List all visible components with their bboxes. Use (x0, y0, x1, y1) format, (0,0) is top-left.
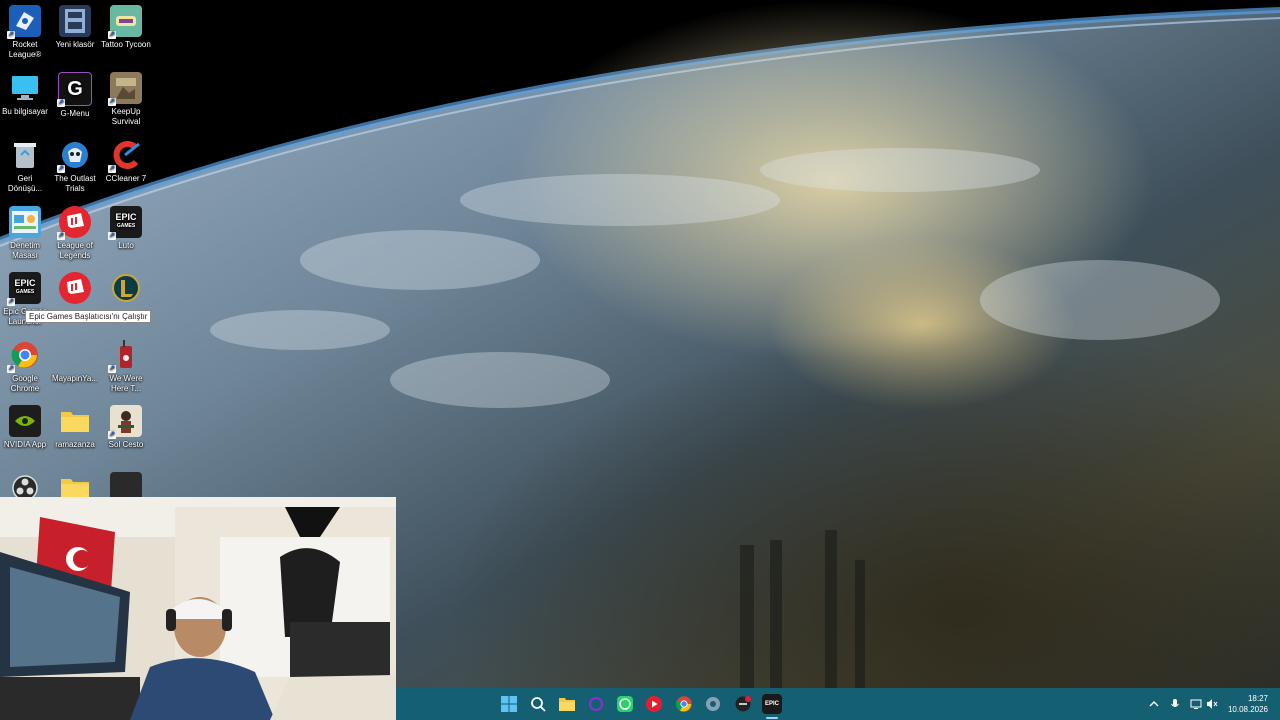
desktop-icon-mayapinya[interactable]: MayapinYa... (50, 339, 100, 384)
desktop-icon-label: NVIDIA App (3, 440, 47, 449)
desktop-icon-label: Bu bilgisayar (2, 107, 48, 116)
icon-tooltip: Epic Games Başlatıcısı'nı Çalıştır (25, 310, 152, 323)
nvidia-icon (9, 405, 41, 437)
app-ring-icon[interactable] (586, 694, 606, 714)
desktop-icon-luto[interactable]: EPIC GAMES ↗ Luto (101, 206, 151, 251)
file-explorer-icon[interactable] (557, 694, 577, 714)
desktop-icon-rocket-league[interactable]: ↗ Rocket League® (0, 5, 50, 60)
desktop-icon-we-were-here[interactable]: ↗ We Were Here T... (101, 339, 151, 394)
desktop-icon-label: We Were Here T... (109, 374, 143, 393)
epic-logo-text: EPIC (115, 212, 137, 222)
g-menu-letter: G (67, 78, 83, 100)
desktop-icon-keepup-survival[interactable]: ↗ KeepUp Survival (101, 72, 151, 127)
desktop-icon-label: Yeni klasör (55, 40, 95, 49)
speaker-muted-icon[interactable] (1206, 698, 1218, 710)
app-notify-icon[interactable] (733, 694, 753, 714)
taskbar: EPIC 18:27 10.08.2026 (396, 688, 1280, 720)
settings-icon[interactable] (703, 694, 723, 714)
desktop-icon-label: The Outlast Trials (54, 174, 96, 193)
recycle-bin-icon (9, 139, 41, 171)
microphone-icon[interactable] (1169, 698, 1181, 710)
desktop-icon-geri-donusum[interactable]: Geri Dönüşü... (0, 139, 50, 194)
desktop-icon-ccleaner[interactable]: ↗ CCleaner 7 (101, 139, 151, 184)
epic-games-icon[interactable]: EPIC (762, 694, 782, 714)
desktop-icon-label: Sol Cesto (108, 440, 144, 449)
desktop-icon-label: ramazanza (55, 440, 95, 449)
desktop-icon-label: League of Legends (57, 241, 93, 260)
desktop-icon-sol-cesto[interactable]: ↗ Sol Cesto (101, 405, 151, 450)
search-icon[interactable] (528, 694, 548, 714)
desktop-icon-yeni-klasor[interactable]: Yeni klasör (50, 5, 100, 50)
display-icon[interactable] (1190, 698, 1202, 710)
desktop-icon-denetim-masasi[interactable]: Denetim Masası (0, 206, 50, 261)
rocket-league-icon: ↗ (7, 5, 41, 39)
outlast-trials-icon: ↗ (57, 139, 91, 173)
desktop-icon-label: Geri Dönüşü... (7, 174, 43, 193)
folder-icon (59, 405, 91, 437)
desktop-icon-label: Rocket League® (8, 40, 42, 59)
desktop-icon-ramazanza[interactable]: ramazanza (50, 405, 100, 450)
epic-logo-subtext: GAMES (15, 289, 35, 295)
ccleaner-icon: ↗ (108, 139, 142, 173)
clock-time: 18:27 (1247, 694, 1268, 703)
whatsapp-icon[interactable] (615, 694, 635, 714)
desktop-icon-label: Google Chrome (10, 374, 40, 393)
walkie-talkie-icon: ↗ (108, 339, 142, 373)
desktop-icon-google-chrome[interactable]: ↗ Google Chrome (0, 339, 50, 394)
chrome-icon[interactable] (674, 694, 694, 714)
webcam-overlay (0, 497, 396, 720)
desktop-icon-label: KeepUp Survival (111, 107, 141, 126)
riot-client-icon (59, 272, 91, 304)
desktop-icon-label: Denetim Masası (10, 241, 40, 260)
epic-games-icon: EPIC GAMES ↗ (7, 272, 41, 306)
desktop-icon-label: Tattoo Tycoon (101, 40, 151, 49)
taskbar-clock[interactable]: 18:27 10.08.2026 (1228, 693, 1268, 715)
g-menu-icon: G ↗ (57, 72, 92, 107)
keepup-survival-icon: ↗ (108, 72, 142, 106)
desktop-icon-tattoo-tycoon[interactable]: ↗ Tattoo Tycoon (101, 5, 151, 50)
computer-icon (9, 72, 41, 104)
epic-logo-subtext: GAMES (116, 223, 136, 229)
blank-icon (59, 339, 91, 371)
desktop-icon-label: CCleaner 7 (105, 174, 147, 183)
desktop-icon-league-client[interactable] (101, 272, 151, 307)
epic-games-icon: EPIC GAMES ↗ (108, 206, 142, 240)
desktop-icon-bu-bilgisayar[interactable]: Bu bilgisayar (0, 72, 50, 117)
control-panel-icon (9, 206, 41, 238)
desktop-icon-g-menu[interactable]: G ↗ G-Menu (50, 72, 100, 119)
active-app-indicator (766, 717, 778, 719)
desktop-icon-label: G-Menu (60, 109, 90, 118)
desktop-icon-label: MayapinYa... (51, 374, 99, 383)
chevron-up-icon[interactable] (1148, 698, 1160, 710)
chrome-icon: ↗ (7, 339, 41, 373)
desktop-icon-league-of-legends[interactable]: ↗ League of Legends (50, 206, 100, 261)
clock-date: 10.08.2026 (1227, 705, 1268, 714)
sol-cesto-icon: ↗ (108, 405, 142, 439)
league-of-legends-icon (110, 272, 142, 304)
start-icon[interactable] (499, 694, 519, 714)
youtube-music-icon[interactable] (644, 694, 664, 714)
desktop-icon-riot-client[interactable] (50, 272, 100, 307)
tattoo-tycoon-icon: ↗ (108, 5, 142, 39)
desktop-icon-nvidia-app[interactable]: NVIDIA App (0, 405, 50, 450)
video-folder-icon (59, 5, 91, 37)
desktop-icon-label: Luto (118, 241, 134, 250)
desktop-icon-grid: ↗ Rocket League® Yeni klasör ↗ Tattoo Ty… (0, 0, 160, 504)
epic-logo-text: EPIC (764, 701, 779, 707)
epic-logo-text: EPIC (14, 278, 36, 288)
riot-client-icon: ↗ (57, 206, 91, 240)
desktop-icon-outlast-trials[interactable]: ↗ The Outlast Trials (50, 139, 100, 194)
